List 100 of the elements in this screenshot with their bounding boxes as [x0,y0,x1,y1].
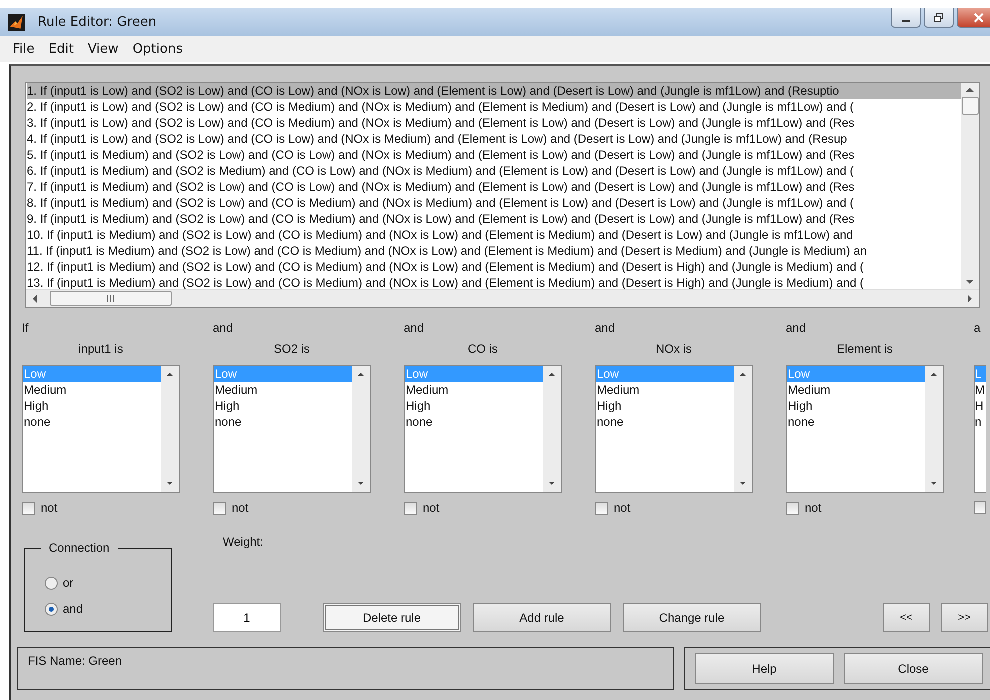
rule-action-button[interactable]: Change rule [623,603,761,632]
footer-button[interactable]: Close [844,653,983,684]
rule-row[interactable]: 10. If (input1 is Medium) and (SO2 is Low) and (CO is Medium) and (NOx is Low) and (Element is Medium) and (Desert is Low) and (Jungle is mf1Low) and [27,227,961,243]
not-checkbox[interactable] [404,502,417,514]
checkbox-label: not [232,501,249,515]
membership-list[interactable]: L M H n [974,365,986,493]
rule-row[interactable]: 5. If (input1 is Medium) and (SO2 is Low) and (CO is Low) and (NOx is Medium) and (Element is Low) and (Desert is Low) and (Jungle is mf1Low) and (Res [27,147,961,163]
scroll-down-icon [966,279,974,285]
navigate-button[interactable]: << [883,603,930,632]
rule-row[interactable]: 9. If (input1 is Medium) and (SO2 is Low) and (CO is Medium) and (NOx is Low) and (Element is Low) and (Desert is Low) and (Jungle is mf1Low) and (Res [27,211,961,227]
rule-action-button[interactable]: Delete rule [323,603,461,632]
connector-label: and [213,321,234,337]
scroll-up-icon [166,371,174,377]
list-scrollbar[interactable] [352,366,370,492]
rule-row[interactable]: 1. If (input1 is Low) and (SO2 is Low) and (CO is Low) and (NOx is Low) and (Element is Low) and (Desert is Low) and (Jungle is mf1Low) and (Resuptio [27,83,961,99]
list-option[interactable]: High [23,398,161,414]
scroll-up-icon [548,371,556,377]
connector-label: and [595,321,616,337]
radio-label: or [63,576,74,590]
connector-label: and [786,321,808,337]
scroll-down-icon [548,481,556,487]
membership-list[interactable]: Low Medium High none [595,365,753,493]
list-option[interactable]: Medium [214,382,352,398]
menu-item[interactable]: Options [126,42,190,56]
scroll-thumb[interactable] [962,97,978,115]
window-title: Rule Editor: Green [38,14,157,30]
connector-label: If [22,321,30,337]
radio-button[interactable] [45,576,58,590]
rule-list[interactable] [25,82,980,308]
vertical-scrollbar[interactable] [961,83,979,289]
status-field: FIS Name: Green [17,647,674,690]
list-option[interactable]: n [975,414,986,430]
list-option[interactable]: High [596,398,734,414]
not-checkbox[interactable] [595,502,608,514]
list-option[interactable]: Medium [405,382,543,398]
restore-icon [933,12,945,22]
checkbox-label: not [423,501,440,515]
scroll-left-icon [32,294,38,302]
group-title: Connection [41,541,118,555]
rule-row[interactable]: 2. If (input1 is Low) and (SO2 is Low) and (CO is Medium) and (NOx is Medium) and (Element is Medium) and (Desert is Low) and (Jungle is mf1Low) and ( [27,99,961,115]
membership-list[interactable]: Low Medium High none [404,365,562,493]
weight-label: Weight: [222,535,264,549]
list-scrollbar[interactable] [161,366,179,492]
horizontal-scrollbar[interactable] [26,289,979,307]
list-option[interactable]: High [405,398,543,414]
list-option[interactable]: none [214,414,352,430]
weight-field[interactable]: 1 [213,603,281,632]
list-option[interactable]: H [975,398,986,414]
list-option[interactable]: High [787,398,925,414]
list-scrollbar[interactable] [734,366,752,492]
not-checkbox[interactable] [22,502,35,514]
minimize-button[interactable] [891,8,921,28]
input-label: SO2 is [272,341,311,358]
list-option[interactable]: Medium [23,382,161,398]
not-checkbox[interactable] [786,502,799,514]
input-label: Element is [836,341,894,358]
menu-item[interactable]: View [80,42,126,56]
input-label: input1 is [78,341,124,358]
list-option[interactable]: Medium [787,382,925,398]
radio-button[interactable] [45,602,58,616]
list-option[interactable]: M [975,382,986,398]
rule-row[interactable]: 3. If (input1 is Low) and (SO2 is Low) and (CO is Medium) and (NOx is Medium) and (Element is Low) and (Desert is Low) and (Jungle is mf1Low) and (Res [27,115,961,131]
scroll-down-icon [930,481,938,487]
list-option[interactable]: none [596,414,734,430]
rule-row[interactable]: 12. If (input1 is Medium) and (SO2 is Low) and (CO is Medium) and (NOx is Low) and (Element is Medium) and (Desert is High) and (Jungle is Medium) and ( [27,259,961,275]
checkbox-label: not [614,501,631,515]
scroll-up-icon [357,371,365,377]
rule-row[interactable]: 7. If (input1 is Medium) and (SO2 is Low) and (CO is Low) and (NOx is Medium) and (Element is Low) and (Desert is Low) and (Jungle is mf1Low) and (Res [27,179,961,195]
list-option[interactable]: High [214,398,352,414]
rule-action-button[interactable]: Add rule [473,603,611,632]
footer-button[interactable]: Help [695,653,834,684]
close-icon [972,12,984,22]
rule-row[interactable]: 8. If (input1 is Medium) and (SO2 is Low) and (CO is Medium) and (NOx is Medium) and (Element is Low) and (Desert is Low) and (Jungle is mf1Low) and ( [27,195,961,211]
list-option[interactable]: none [787,414,925,430]
menu-item[interactable]: File [6,42,42,56]
restore-button[interactable] [924,8,954,28]
close-window-button[interactable] [957,8,990,28]
scroll-down-icon [357,481,365,487]
navigate-button[interactable]: >> [941,603,988,632]
scroll-down-icon [166,481,174,487]
checkbox-label: not [41,501,58,515]
minimize-icon [902,20,910,22]
scroll-down-icon [739,481,747,487]
list-scrollbar[interactable] [925,366,943,492]
input-label: NOx is [655,341,693,358]
list-option[interactable]: none [405,414,543,430]
menu-item[interactable]: Edit [42,42,81,56]
list-option[interactable]: none [23,414,161,430]
rule-row[interactable]: 11. If (input1 is Medium) and (SO2 is Low) and (CO is Medium) and (NOx is Low) and (Element is Medium) and (Desert is Medium) and (Jungle is Medium) an [27,243,961,259]
not-checkbox[interactable] [974,501,986,514]
rule-row[interactable]: 4. If (input1 is Low) and (SO2 is Low) and (CO is Low) and (NOx is Medium) and (Element is Low) and (Desert is Low) and (Jungle is mf1Low) and (Resup [27,131,961,147]
input-label: CO is [467,341,499,358]
list-scrollbar[interactable] [543,366,561,492]
not-checkbox[interactable] [213,502,226,514]
list-option[interactable]: Medium [596,382,734,398]
membership-list[interactable]: Low Medium High none [213,365,371,493]
rule-row[interactable]: 6. If (input1 is Medium) and (SO2 is Medium) and (CO is Low) and (NOx is Medium) and (Element is Low) and (Desert is Low) and (Jungle is mf1Low) and ( [27,163,961,179]
scroll-up-icon [930,371,938,377]
membership-list[interactable]: Low Medium High none [786,365,944,493]
membership-list[interactable]: Low Medium High none [22,365,180,493]
